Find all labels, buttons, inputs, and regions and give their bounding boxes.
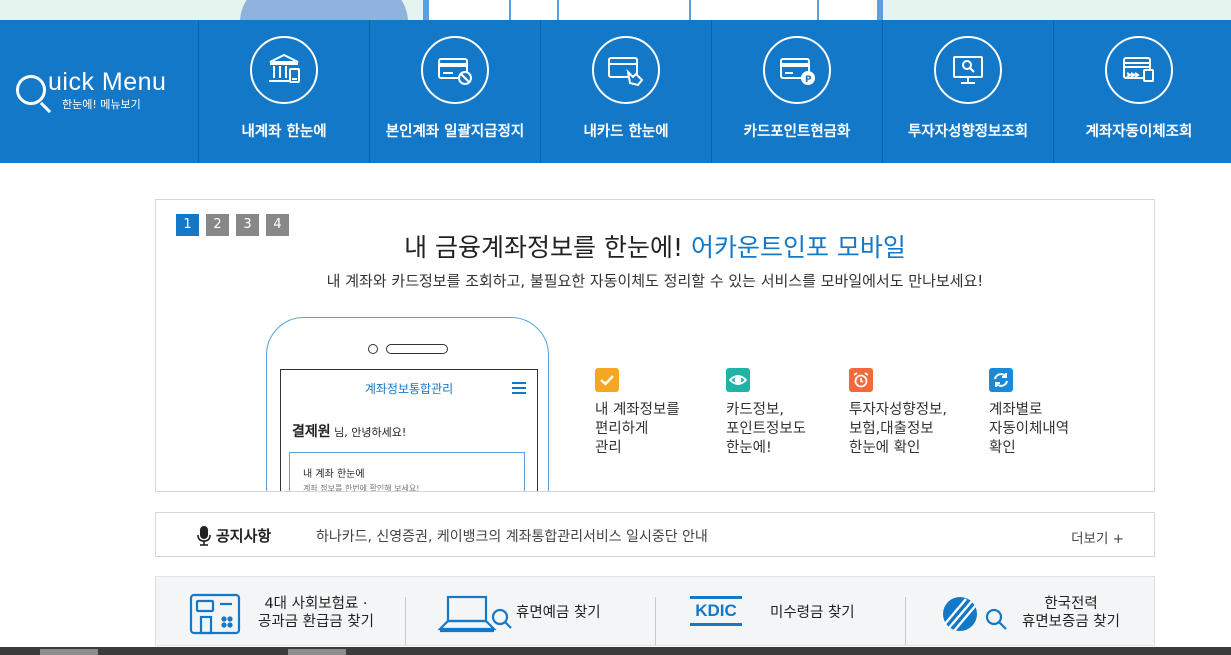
card-block-icon: [421, 36, 489, 104]
service-label: 미수령금 찾기: [770, 605, 855, 621]
feature-auto-transfer: 계좌별로 자동이체내역 확인: [989, 368, 1129, 458]
card-point-icon: P: [763, 36, 831, 104]
quick-menu-item-label: 본인계좌 일괄지급정지: [385, 124, 525, 140]
bank-icon: [250, 36, 318, 104]
hero-shape: [240, 0, 408, 20]
notice-bar: 공지사항 하나카드, 신영증권, 케이뱅크의 계좌통합관리서비스 일시중단 안내…: [155, 512, 1155, 557]
quick-menu-bar: uick Menu 한눈에! 메뉴보기 내계좌 한눈에 본인계좌 일괄지급정지: [0, 20, 1231, 163]
feature-account-manage: 내 계좌정보를 편리하게 관리: [595, 368, 735, 458]
service-kepco-deposit[interactable]: 한국전력 휴면보증금 찾기: [906, 577, 1156, 647]
quick-menu-item-investor-profile[interactable]: 투자자성향정보조회: [882, 20, 1053, 163]
hamburger-icon: [512, 382, 526, 397]
service-links: 4대 사회보험료 · 공과금 환급금 찾기 휴면예금 찾기 KDIC 미수령금 …: [155, 576, 1155, 646]
hero-illustration-strip: [0, 0, 1231, 20]
kepco-search-icon: [943, 597, 1007, 632]
feature-text: 계좌별로 자동이체내역 확인: [989, 402, 1070, 456]
hero-building-shape: [423, 0, 883, 20]
phone-illustration: 계좌정보통합관리 결제원 님, 안녕하세요! 내 계좌 한눈에 계좌 정보를 한…: [266, 317, 549, 492]
quick-menu-item-card-points[interactable]: P 카드포인트현금화: [711, 20, 882, 163]
check-icon: [595, 368, 619, 392]
phone-user-name: 결제원: [292, 424, 331, 440]
quick-menu-item-my-accounts[interactable]: 내계좌 한눈에: [198, 20, 369, 163]
phone-camera: [368, 344, 378, 354]
auto-transfer-icon: [1105, 36, 1173, 104]
svg-text:P: P: [805, 75, 812, 85]
feature-text: 투자자성향정보, 보험,대출정보 한눈에 확인: [849, 402, 947, 456]
phone-account-card: 내 계좌 한눈에 계좌 정보를 한번에 확인해 보세요!: [289, 452, 525, 492]
quick-menu-item-payment-stop[interactable]: 본인계좌 일괄지급정지: [369, 20, 540, 163]
service-unclaimed-funds[interactable]: KDIC 미수령금 찾기: [656, 577, 906, 647]
service-label: 휴면예금 찾기: [516, 605, 601, 621]
banner-subtitle: 내 계좌와 카드정보를 조회하고, 불필요한 자동이체도 정리할 수 있는 서비…: [326, 272, 984, 290]
notice-link[interactable]: 하나카드, 신영증권, 케이뱅크의 계좌통합관리서비스 일시중단 안내: [316, 526, 708, 546]
banner-title-main: 내 금융계좌정보를 한눈에!: [404, 233, 691, 262]
banner-title-accent: 어카운트인포 모바일: [690, 233, 906, 262]
service-label: 한국전력 휴면보증금 찾기: [1022, 596, 1120, 630]
magnifier-icon: [16, 75, 46, 105]
monitor-search-icon: [934, 36, 1002, 104]
quick-menu-item-my-cards[interactable]: 내카드 한눈에: [540, 20, 711, 163]
phone-greeting: 결제원 님, 안녕하세요!: [292, 421, 406, 441]
quick-menu-item-label: 내카드 한눈에: [583, 124, 669, 140]
microphone-icon: [197, 526, 211, 546]
phone-speaker: [386, 344, 448, 354]
notice-label: 공지사항: [216, 527, 272, 545]
laptop-search-icon: [438, 595, 512, 633]
phone-card-title: 내 계좌 한눈에: [303, 469, 365, 480]
eye-icon: [726, 368, 750, 392]
card-hand-icon: [592, 36, 660, 104]
banner-title: 내 금융계좌정보를 한눈에! 어카운트인포 모바일: [156, 228, 1154, 264]
quick-menu-title: uick Menu: [48, 68, 167, 96]
feature-text: 카드정보, 포인트정보도 한눈에!: [726, 402, 807, 456]
phone-screen-title: 계좌정보통합관리: [364, 382, 454, 396]
quick-menu-item-label: 투자자성향정보조회: [907, 124, 1029, 140]
os-taskbar: [0, 647, 1231, 655]
phone-greeting-text: 님, 안녕하세요!: [330, 426, 407, 439]
phone-screen: 계좌정보통합관리 결제원 님, 안녕하세요! 내 계좌 한눈에 계좌 정보를 한…: [280, 369, 538, 492]
quick-menu-item-auto-transfer[interactable]: 계좌자동이체조회: [1053, 20, 1224, 163]
quick-menu-logo: uick Menu 한눈에! 메뉴보기: [0, 20, 198, 163]
promo-banner: 1 2 3 4 내 금융계좌정보를 한눈에! 어카운트인포 모바일 내 계좌와 …: [155, 199, 1155, 492]
notice-more-link[interactable]: 더보기 +: [1071, 527, 1124, 547]
phone-card-desc: 계좌 정보를 한번에 확인해 보세요!: [303, 484, 420, 492]
feature-card-info: 카드정보, 포인트정보도 한눈에!: [726, 368, 866, 458]
service-dormant-deposit[interactable]: 휴면예금 찾기: [406, 577, 656, 647]
kdic-logo-icon: KDIC: [690, 596, 742, 626]
alarm-icon: [849, 368, 873, 392]
quick-menu-item-label: 카드포인트현금화: [743, 124, 851, 140]
quick-menu-item-label: 내계좌 한눈에: [241, 124, 327, 140]
quick-menu-subtitle: 한눈에! 메뉴보기: [62, 98, 141, 111]
refresh-icon: [989, 368, 1013, 392]
bill-refund-icon: [189, 593, 241, 635]
service-insurance-refund[interactable]: 4대 사회보험료 · 공과금 환급금 찾기: [156, 577, 406, 647]
feature-text: 내 계좌정보를 편리하게 관리: [595, 402, 680, 456]
service-label: 4대 사회보험료 · 공과금 환급금 찾기: [258, 596, 374, 630]
quick-menu-item-label: 계좌자동이체조회: [1085, 124, 1193, 140]
feature-investor-info: 투자자성향정보, 보험,대출정보 한눈에 확인: [849, 368, 989, 458]
